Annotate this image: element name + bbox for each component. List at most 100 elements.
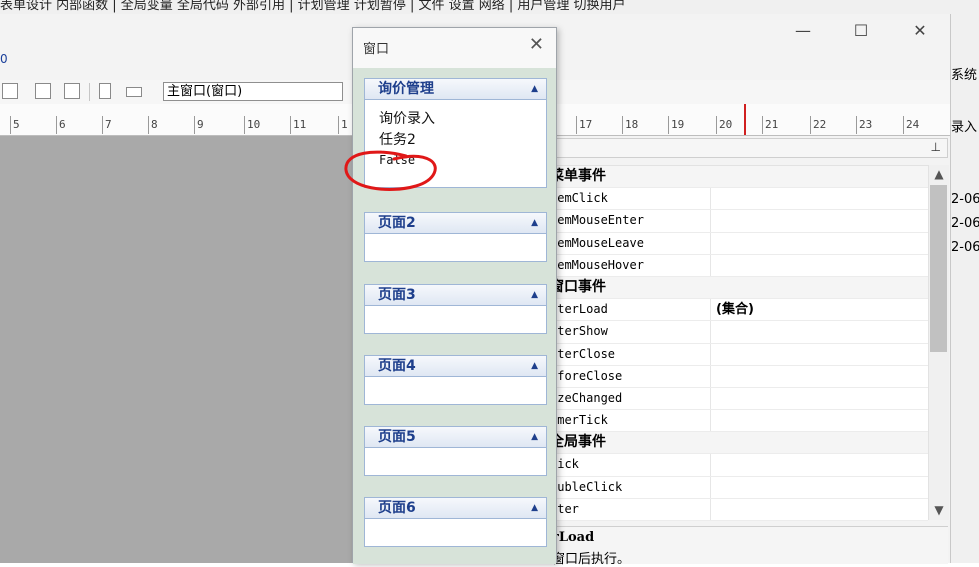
property-row[interactable]: izeChanged <box>548 387 928 411</box>
properties-header: ⊥ <box>548 138 948 158</box>
property-row[interactable]: oubleClick <box>548 476 928 499</box>
group-header-page4[interactable]: 页面4 ▲ <box>364 355 547 377</box>
ruler-tick <box>338 116 339 134</box>
property-name: izeChanged <box>550 390 623 405</box>
property-name: lick <box>550 457 579 472</box>
property-category[interactable]: 菜单事件 <box>548 166 928 189</box>
group-content-page5 <box>364 448 547 476</box>
menu-bar-text[interactable]: 表单设计 内部函数 | 全局变量 全局代码 外部引用 | 计划管理 计划暂停 |… <box>0 0 626 13</box>
partial-text: 2-06 <box>951 240 979 255</box>
close-icon[interactable]: ✕ <box>529 34 544 55</box>
property-category[interactable]: 全局事件 <box>548 432 928 455</box>
maximize-button[interactable]: ☐ <box>841 22 881 44</box>
group-content-page2 <box>364 234 547 262</box>
close-button[interactable]: ✕ <box>900 22 940 44</box>
scroll-up-icon[interactable]: ▲ <box>929 165 949 183</box>
ruler-tick <box>10 116 11 134</box>
collapse-icon[interactable]: ▲ <box>531 285 538 305</box>
ruler-tick <box>810 116 811 134</box>
ruler-tick <box>856 116 857 134</box>
ruler-label: 21 <box>765 118 779 131</box>
background-window-edge: 系统 录入 2-06 2-06 2-06 <box>951 14 979 563</box>
group-header-page2[interactable]: 页面2 ▲ <box>364 212 547 234</box>
scroll-down-icon[interactable]: ▼ <box>929 501 949 519</box>
ruler-tick <box>576 116 577 134</box>
align-rows-icon[interactable] <box>2 83 18 99</box>
pin-icon[interactable]: ⊥ <box>931 140 941 154</box>
description-title: rLoad <box>552 530 595 545</box>
ruler-label: 5 <box>13 118 20 131</box>
collapse-icon[interactable]: ▲ <box>531 213 538 233</box>
property-row[interactable]: temMouseHover <box>548 254 928 277</box>
collapse-icon[interactable]: ▲ <box>531 79 538 99</box>
property-row[interactable]: lick <box>548 454 928 477</box>
group-header-page6[interactable]: 页面6 ▲ <box>364 497 547 519</box>
ruler-tick <box>102 116 103 134</box>
ruler-position-marker <box>744 104 746 135</box>
property-row[interactable]: fterLoad (集合) <box>548 299 928 322</box>
scroll-thumb[interactable] <box>930 185 947 352</box>
collapse-icon[interactable]: ▲ <box>531 356 538 376</box>
column-divider <box>710 365 711 387</box>
properties-grid: 菜单事件 temClick temMouseEnter temMouseLeave te… <box>548 165 928 521</box>
ruler-label: 24 <box>906 118 920 131</box>
ruler-label: 19 <box>671 118 685 131</box>
column-divider <box>710 343 711 365</box>
group-header-inquiry[interactable]: 询价管理 ▲ <box>364 78 547 100</box>
ruler-label: 10 <box>247 118 261 131</box>
property-row[interactable]: temMouseEnter <box>548 210 928 233</box>
ruler-label: 8 <box>151 118 158 131</box>
property-row[interactable]: fterShow <box>548 321 928 344</box>
group-select-icon[interactable] <box>64 83 80 99</box>
property-row[interactable]: temClick <box>548 188 928 211</box>
annotation-circle <box>344 150 437 191</box>
group-header-page3[interactable]: 页面3 ▲ <box>364 284 547 306</box>
minimize-button[interactable]: — <box>783 22 823 44</box>
partial-text: 录入 <box>951 120 978 135</box>
property-category[interactable]: 窗口事件 <box>548 276 928 300</box>
ruler-label: 6 <box>59 118 66 131</box>
column-divider <box>710 188 711 210</box>
popup-window: 窗口 ✕ 询价管理 ▲ 询价录入 任务2 False 页面2 ▲ 页面3 ▲ 页… <box>352 27 557 564</box>
property-name: 菜单事件 <box>550 168 606 184</box>
ruler-tick <box>148 116 149 134</box>
collapse-icon[interactable]: ▲ <box>531 498 538 518</box>
property-row[interactable]: eforeClose <box>548 365 928 388</box>
group-content-page3 <box>364 306 547 334</box>
property-row[interactable]: temMouseLeave <box>548 232 928 255</box>
group-label: 页面5 <box>378 429 416 445</box>
property-name: 窗口事件 <box>550 278 606 295</box>
properties-scrollbar[interactable]: ▲ ▼ <box>928 165 949 520</box>
property-value[interactable]: (集合) <box>716 299 754 320</box>
group-label: 询价管理 <box>378 81 434 97</box>
column-divider <box>710 321 711 343</box>
design-canvas[interactable] <box>0 136 352 563</box>
collapse-icon[interactable]: ▲ <box>531 427 538 447</box>
property-name: fterLoad <box>550 302 608 317</box>
vertical-distribute-icon[interactable] <box>99 83 111 99</box>
ruler-tick <box>716 116 717 134</box>
property-name: temMouseHover <box>550 257 644 272</box>
ruler-tick <box>903 116 904 134</box>
group-header-page5[interactable]: 页面5 ▲ <box>364 426 547 448</box>
column-divider <box>710 476 711 498</box>
ruler-tick <box>244 116 245 134</box>
group-label: 页面4 <box>378 358 416 374</box>
property-row[interactable]: fterClose <box>548 343 928 366</box>
toolbar-separator <box>89 83 90 101</box>
ruler-label: 20 <box>719 118 733 131</box>
column-divider <box>710 498 711 520</box>
property-name: temClick <box>550 191 608 206</box>
window-selector-combo[interactable]: 主窗口(窗口) <box>163 82 343 101</box>
property-row[interactable]: imerTick <box>548 410 928 433</box>
column-divider <box>710 299 711 321</box>
property-description: rLoad 窗口后执行。 <box>548 526 948 567</box>
property-row[interactable]: nter <box>548 498 928 521</box>
ruler-label: 23 <box>859 118 873 131</box>
partial-text: 2-06 <box>951 216 979 231</box>
nav-item[interactable]: 询价录入 <box>379 108 435 128</box>
ruler-tick <box>194 116 195 134</box>
align-columns-icon[interactable] <box>35 83 51 99</box>
horizontal-distribute-icon[interactable] <box>126 87 142 97</box>
ruler-label: 22 <box>813 118 827 131</box>
